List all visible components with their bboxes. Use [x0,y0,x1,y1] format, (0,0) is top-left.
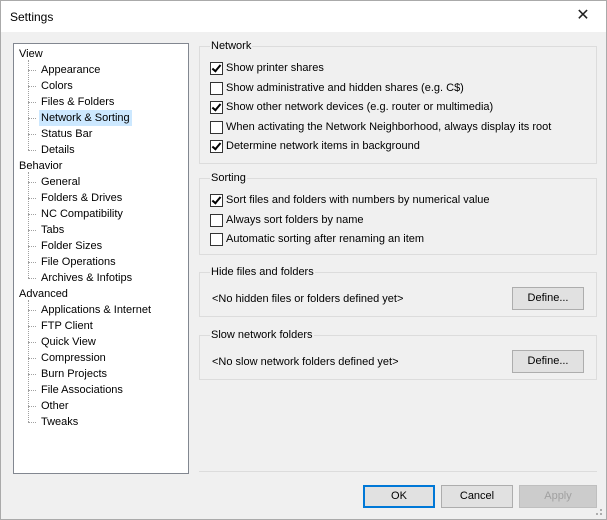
tree-group-view[interactable]: View [19,46,43,62]
network-group: Network Show printer shares Show administ… [199,39,597,164]
checkbox-label: Show administrative and hidden shares (e… [226,81,464,94]
close-icon: ✕ [576,7,590,24]
checkmark-icon [211,194,222,205]
tree-connector [28,246,36,247]
tree-connector [28,172,29,278]
tree-item-details[interactable]: Details [39,142,77,158]
tree-connector [28,300,29,422]
tree-connector [28,102,36,103]
ok-button[interactable]: OK [363,485,435,508]
checkbox-label: When activating the Network Neighborhood… [226,120,552,133]
tree-connector [28,86,36,87]
checkbox[interactable] [210,101,223,114]
checkbox[interactable] [210,81,223,95]
tree-group-advanced[interactable]: Advanced [19,286,68,302]
checkmark-icon [211,62,222,73]
hidden-files-status: <No hidden files or folders defined yet> [212,293,404,305]
tree-item-folder-sizes[interactable]: Folder Sizes [39,238,104,254]
checkbox[interactable] [210,194,223,207]
tree-item-quick-view[interactable]: Quick View [39,334,98,350]
tree-item-nc-compatibility[interactable]: NC Compatibility [39,206,125,222]
tree-connector [28,342,36,343]
tree-item-status-bar[interactable]: Status Bar [39,126,94,142]
tree-item-folders-drives[interactable]: Folders & Drives [39,190,124,206]
checkmark-icon [211,140,222,151]
checkbox-label: Show printer shares [226,62,324,74]
tree-item-applications-internet[interactable]: Applications & Internet [39,302,153,318]
checkbox-label: Determine network items in background [226,140,420,152]
checkbox[interactable] [210,213,223,227]
tree-connector [28,182,36,183]
settings-dialog: Settings ✕ View Appearance Colors Files & F… [0,0,607,520]
tree-connector [28,230,36,231]
tree-connector [28,70,36,71]
network-group-title: Network [210,39,253,53]
tree-connector [28,198,36,199]
tree-item-file-operations[interactable]: File Operations [39,254,118,270]
checkbox[interactable] [210,233,223,246]
tree-connector [28,390,36,391]
tree-item-files-folders[interactable]: Files & Folders [39,94,116,110]
tree-item-tabs[interactable]: Tabs [39,222,66,238]
slow-network-group: Slow network folders <No slow network fo… [199,328,597,380]
apply-button[interactable]: Apply [519,485,597,508]
sorting-group: Sorting Sort files and folders with numb… [199,171,597,255]
cancel-button[interactable]: Cancel [441,485,513,508]
resize-grip-icon[interactable] [593,506,603,516]
tree-connector [28,406,36,407]
tree-item-tweaks[interactable]: Tweaks [39,414,80,430]
checkmark-icon [211,101,222,112]
tree-connector [28,326,36,327]
tree-connector [28,118,36,119]
slow-network-group-title: Slow network folders [210,328,314,342]
tree-item-other[interactable]: Other [39,398,71,414]
footer-separator [199,471,597,472]
hide-files-group: Hide files and folders <No hidden files … [199,265,597,317]
tree-item-compression[interactable]: Compression [39,350,108,366]
define-hidden-files-button[interactable]: Define... [512,287,584,310]
tree-connector [28,278,36,279]
settings-tree[interactable]: View Appearance Colors Files & Folders Netwo… [13,43,189,474]
tree-group-behavior[interactable]: Behavior [19,158,62,174]
checkbox[interactable] [210,62,223,75]
tree-item-appearance[interactable]: Appearance [39,62,102,78]
hide-files-group-title: Hide files and folders [210,265,315,279]
tree-item-archives-infotips[interactable]: Archives & Infotips [39,270,134,286]
tree-connector [28,134,36,135]
slow-network-status: <No slow network folders defined yet> [212,356,399,368]
tree-connector [28,214,36,215]
define-slow-network-button[interactable]: Define... [512,350,584,373]
window-title: Settings [10,10,54,24]
sorting-group-title: Sorting [210,171,247,185]
tree-connector [28,358,36,359]
tree-connector [28,422,36,423]
tree-connector [28,310,36,311]
tree-connector [28,60,29,150]
checkbox-label: Sort files and folders with numbers by n… [226,194,490,206]
checkbox-label: Automatic sorting after renaming an item [226,233,425,245]
title-bar: Settings ✕ [1,1,606,32]
tree-connector [28,150,36,151]
checkbox[interactable] [210,120,223,134]
tree-item-general[interactable]: General [39,174,82,190]
checkbox-label: Always sort folders by name [226,213,364,226]
tree-item-colors[interactable]: Colors [39,78,75,94]
checkbox[interactable] [210,140,223,153]
checkbox-label: Show other network devices (e.g. router … [226,101,494,113]
tree-connector [28,374,36,375]
tree-item-file-associations[interactable]: File Associations [39,382,125,398]
tree-connector [28,262,36,263]
tree-item-network-sorting[interactable]: Network & Sorting [39,110,132,126]
tree-item-burn-projects[interactable]: Burn Projects [39,366,109,382]
close-button[interactable]: ✕ [560,1,606,32]
tree-item-ftp-client[interactable]: FTP Client [39,318,95,334]
